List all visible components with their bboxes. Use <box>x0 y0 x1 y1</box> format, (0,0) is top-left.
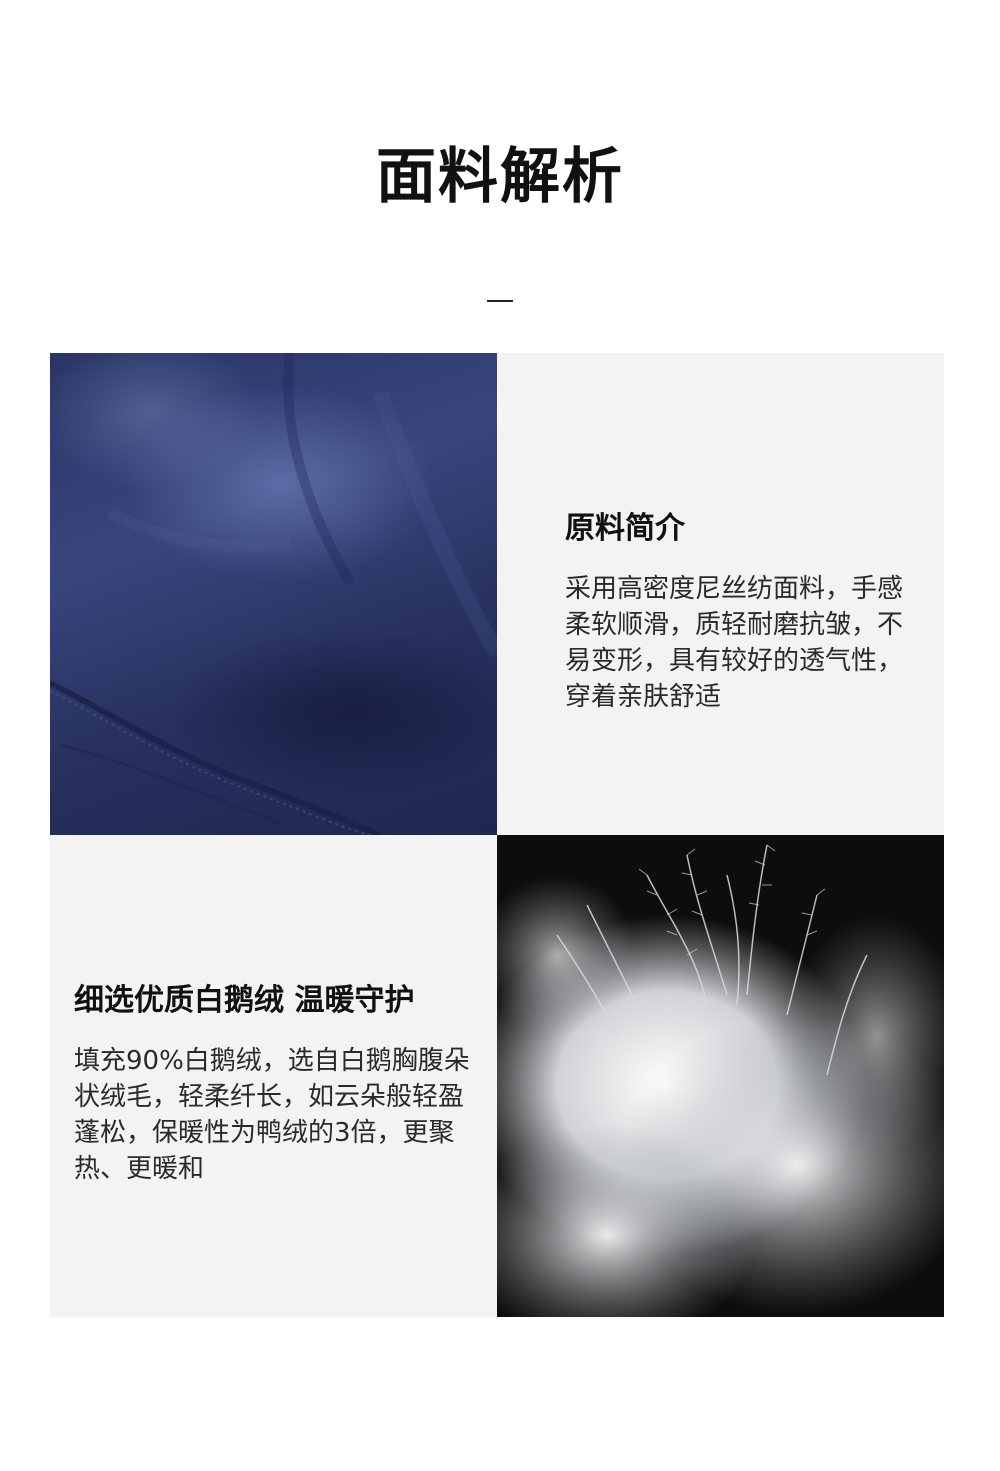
down-feather-graphic <box>497 844 944 1317</box>
navy-fabric-photo <box>50 353 497 835</box>
fabric-intro-heading: 原料简介 <box>565 511 685 546</box>
down-intro-heading: 细选优质白鹅绒 温暖守护 <box>74 983 415 1018</box>
fabric-intro-body: 采用高密度尼丝纺面料，手感柔软顺滑，质轻耐磨抗皱，不易变形，具有较好的透气性，穿… <box>565 574 904 712</box>
page-title: 面料解析 <box>376 142 624 212</box>
down-intro-body: 填充90%白鹅绒，选自白鹅胸腹朵状绒毛，轻柔纤长，如云朵般轻盈蓬松，保暖性为鸭绒… <box>74 1046 470 1184</box>
fabric-intro-text: 原料简介 采用高密度尼丝纺面料，手感柔软顺滑，质轻耐磨抗皱，不易变形，具有较好的… <box>565 503 905 715</box>
title-divider <box>487 300 513 302</box>
fabric-intro-panel: 原料简介 采用高密度尼丝纺面料，手感柔软顺滑，质轻耐磨抗皱，不易变形，具有较好的… <box>497 353 944 835</box>
fabric-image <box>50 353 497 835</box>
down-intro-text: 细选优质白鹅绒 温暖守护 填充90%白鹅绒，选自白鹅胸腹朵状绒毛，轻柔纤长，如云… <box>74 975 489 1187</box>
down-intro-panel: 细选优质白鹅绒 温暖守护 填充90%白鹅绒，选自白鹅胸腹朵状绒毛，轻柔纤长，如云… <box>50 835 497 1317</box>
white-down-photo <box>497 835 944 1317</box>
down-image <box>497 835 944 1317</box>
fabric-seam-lines <box>50 353 497 835</box>
fabric-grid: 原料简介 采用高密度尼丝纺面料，手感柔软顺滑，质轻耐磨抗皱，不易变形，具有较好的… <box>50 353 944 1317</box>
